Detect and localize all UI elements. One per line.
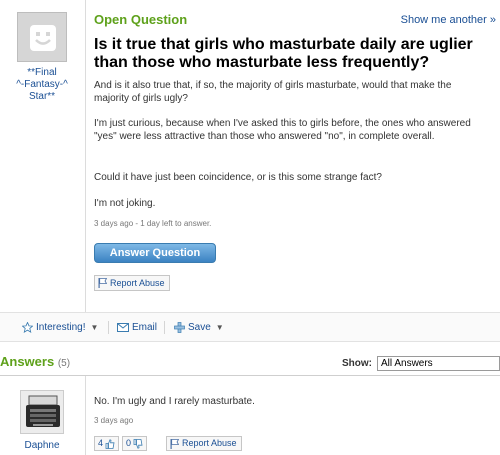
save-button[interactable]: Save ▼ xyxy=(174,322,224,333)
answers-heading: Answers (5) xyxy=(0,354,70,369)
save-label: Save xyxy=(188,322,211,333)
thumbs-up-button[interactable]: 4 xyxy=(94,436,120,451)
chevron-down-icon: ▼ xyxy=(215,323,224,332)
question-detail-paragraph: I'm not joking. xyxy=(94,198,156,209)
plus-icon xyxy=(174,322,185,333)
thumbs-down-icon xyxy=(133,438,143,449)
report-abuse-button[interactable]: Report Abuse xyxy=(166,436,242,451)
email-label: Email xyxy=(132,322,158,333)
question-detail-paragraph: Could it have just been coincidence, or … xyxy=(94,172,382,183)
thumbs-down-count: 0 xyxy=(126,438,132,448)
answer-question-button[interactable]: Answer Question xyxy=(94,243,216,263)
answer-timestamp: 3 days ago xyxy=(94,416,134,425)
question-title: Is it true that girls who masturbate dai… xyxy=(94,36,473,71)
toolbar-divider xyxy=(108,321,109,334)
vote-controls: 4 0 xyxy=(94,436,148,451)
smiley-face-icon xyxy=(30,25,56,51)
typewriter-icon xyxy=(21,391,63,433)
question-toolbar: Interesting! ▼ Email Save ▼ xyxy=(0,312,500,342)
asker-profile: **Final ^-Fantasy-^ Star** xyxy=(12,12,72,103)
avatar[interactable] xyxy=(17,12,67,62)
flag-icon xyxy=(98,278,107,288)
envelope-icon xyxy=(117,323,129,332)
thumbs-up-count: 4 xyxy=(98,438,104,448)
interesting-label: Interesting! xyxy=(36,322,86,333)
thumbs-down-button[interactable]: 0 xyxy=(122,436,148,451)
question-detail-paragraph: And is it also true that, if so, the maj… xyxy=(94,80,452,104)
question-detail-paragraph: I'm just curious, because when I've aske… xyxy=(94,118,471,142)
answers-count: (5) xyxy=(57,358,71,369)
question-timestamp: 3 days ago - 1 day left to answer. xyxy=(94,219,212,228)
question-panel: Open Question Show me another » Is it tr… xyxy=(85,0,500,312)
chevron-down-icon: ▼ xyxy=(90,323,99,332)
interesting-button[interactable]: Interesting! ▼ xyxy=(22,322,98,333)
answerer-profile: Daphne xyxy=(12,390,72,451)
answers-title: Answers xyxy=(0,354,55,369)
answer-item: No. I'm ugly and I rarely masturbate. 3 … xyxy=(85,376,500,455)
toolbar-divider xyxy=(164,321,165,334)
thumbs-up-icon xyxy=(105,438,115,449)
answer-filter-select[interactable]: All Answers xyxy=(377,356,500,371)
avatar[interactable] xyxy=(20,390,64,434)
report-abuse-label: Report Abuse xyxy=(182,438,237,448)
report-abuse-label: Report Abuse xyxy=(110,278,165,288)
show-filter-label: Show: xyxy=(342,358,372,369)
question-type-label: Open Question xyxy=(94,12,188,27)
answer-text: No. I'm ugly and I rarely masturbate. xyxy=(94,396,255,407)
asker-name-link[interactable]: **Final ^-Fantasy-^ Star** xyxy=(12,67,72,103)
flag-icon xyxy=(170,438,179,449)
show-another-link[interactable]: Show me another » xyxy=(401,14,496,26)
answerer-name-link[interactable]: Daphne xyxy=(12,440,72,451)
star-icon xyxy=(22,322,33,333)
email-button[interactable]: Email xyxy=(117,322,157,333)
report-abuse-button[interactable]: Report Abuse xyxy=(94,275,170,291)
